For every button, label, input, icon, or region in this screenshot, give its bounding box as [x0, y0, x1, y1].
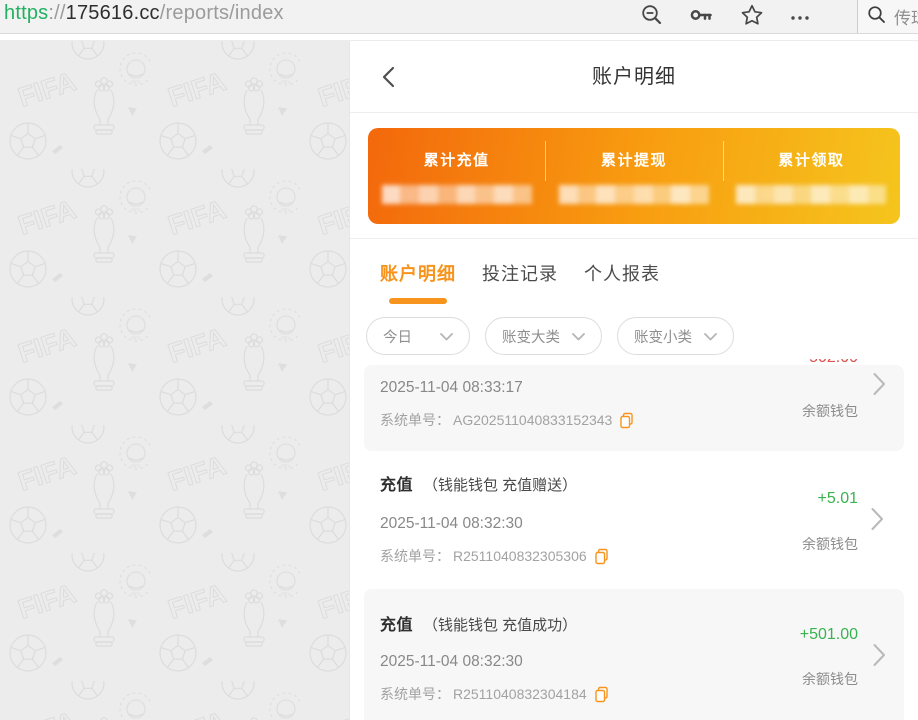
summary-col-withdraw: 累计提现: [545, 128, 722, 224]
transaction-amount: +5.01: [818, 490, 858, 508]
copy-icon[interactable]: [594, 548, 609, 565]
order-number: R2511040832304184: [453, 686, 587, 702]
transaction-row[interactable]: 充值（钱能钱包 充值赠送） 2025-11-04 08:32:30 系统单号：R…: [350, 451, 918, 587]
panel-header: 账户明细: [350, 41, 918, 113]
key-icon[interactable]: [690, 5, 714, 30]
blurred-value: [736, 185, 886, 204]
tab-bar: 账户明细 投注记录 个人报表: [350, 239, 918, 307]
transaction-row[interactable]: -502.00 2025-11-04 08:33:17 系统单号：AG20251…: [364, 365, 904, 451]
active-tab-underline: [389, 298, 447, 304]
zoom-out-icon[interactable]: [641, 4, 663, 31]
wallet-label: 余额钱包: [802, 669, 858, 689]
transaction-time: 2025-11-04 08:32:30: [380, 653, 768, 671]
blurred-value: [559, 185, 709, 204]
chevron-down-icon: [704, 333, 717, 341]
copy-icon[interactable]: [594, 686, 609, 703]
side-search-box[interactable]: 传球: [858, 0, 918, 33]
transaction-list[interactable]: -502.00 2025-11-04 08:33:17 系统单号：AG20251…: [350, 359, 918, 720]
address-bar[interactable]: https://175616.cc/reports/index: [4, 2, 284, 25]
chevron-right-icon[interactable]: [873, 371, 886, 397]
chevron-down-icon: [440, 333, 453, 341]
fifa-watermark-background: FIFA FIFA: [0, 41, 350, 720]
summary-divider: [545, 141, 546, 181]
summary-section: 累计充值 累计提现 累计领取: [350, 113, 918, 239]
tab-personal-report[interactable]: 个人报表: [584, 260, 660, 307]
summary-label: 累计提现: [545, 149, 722, 170]
tab-account-detail[interactable]: 账户明细: [380, 260, 456, 307]
browser-topbar: https://175616.cc/reports/index 传球: [0, 0, 918, 34]
summary-col-recharge: 累计充值: [368, 128, 545, 224]
blurred-value: [382, 185, 532, 204]
url-host: 175616.cc: [66, 2, 160, 24]
page-title: 账户明细: [350, 41, 918, 113]
filter-bar: 今日 账变大类 账变小类: [350, 307, 918, 359]
transaction-amount: +501.00: [800, 626, 858, 644]
order-label: 系统单号：: [380, 684, 450, 704]
star-icon[interactable]: [741, 4, 763, 31]
page: FIFA FIFA: [0, 34, 918, 720]
search-icon: [867, 5, 886, 29]
url-separator: ://: [48, 2, 65, 24]
transaction-order: 系统单号：R2511040832305306: [380, 546, 768, 566]
order-number: R2511040832305306: [453, 548, 587, 564]
filter-major-type-dropdown[interactable]: 账变大类: [485, 317, 602, 355]
chevron-right-icon[interactable]: [871, 506, 884, 532]
summary-divider: [723, 141, 724, 181]
url-scheme: https: [4, 2, 48, 24]
toolbar-icons: [641, 5, 810, 29]
summary-card: 累计充值 累计提现 累计领取: [368, 128, 900, 224]
transaction-time: 2025-11-04 08:33:17: [380, 379, 904, 397]
transaction-amount: -502.00: [804, 359, 858, 367]
back-button[interactable]: [382, 66, 395, 93]
order-label: 系统单号：: [380, 410, 450, 430]
filter-label: 账变大类: [502, 326, 560, 347]
wallet-label: 余额钱包: [802, 401, 858, 421]
filter-label: 账变小类: [634, 326, 692, 347]
order-number: AG202511040833152343: [453, 412, 612, 428]
transaction-title: 充值（钱能钱包 充值成功）: [380, 611, 768, 635]
chevron-right-icon[interactable]: [873, 642, 886, 668]
tab-bet-records[interactable]: 投注记录: [482, 260, 558, 307]
order-label: 系统单号：: [380, 546, 450, 566]
filter-date-dropdown[interactable]: 今日: [366, 317, 470, 355]
filter-minor-type-dropdown[interactable]: 账变小类: [617, 317, 734, 355]
transaction-order: 系统单号：R2511040832304184: [380, 684, 768, 704]
chevron-down-icon: [572, 333, 585, 341]
transaction-title: 充值（钱能钱包 充值赠送）: [380, 471, 768, 495]
tab-label: 账户明细: [380, 264, 456, 284]
tab-label: 投注记录: [482, 264, 558, 284]
more-icon[interactable]: [790, 8, 810, 26]
transaction-row[interactable]: 充值（钱能钱包 充值成功） 2025-11-04 08:32:30 系统单号：R…: [364, 589, 904, 720]
transaction-time: 2025-11-04 08:32:30: [380, 515, 768, 533]
search-text: 传球: [894, 4, 918, 29]
summary-label: 累计领取: [723, 149, 900, 170]
wallet-label: 余额钱包: [802, 534, 858, 554]
copy-icon[interactable]: [619, 412, 634, 429]
account-detail-panel: 账户明细 累计充值 累计提现 累计领取: [350, 41, 918, 720]
summary-label: 累计充值: [368, 149, 545, 170]
filter-label: 今日: [383, 326, 412, 347]
tab-label: 个人报表: [584, 264, 660, 284]
summary-col-claim: 累计领取: [723, 128, 900, 224]
url-path: /reports/index: [160, 2, 284, 24]
